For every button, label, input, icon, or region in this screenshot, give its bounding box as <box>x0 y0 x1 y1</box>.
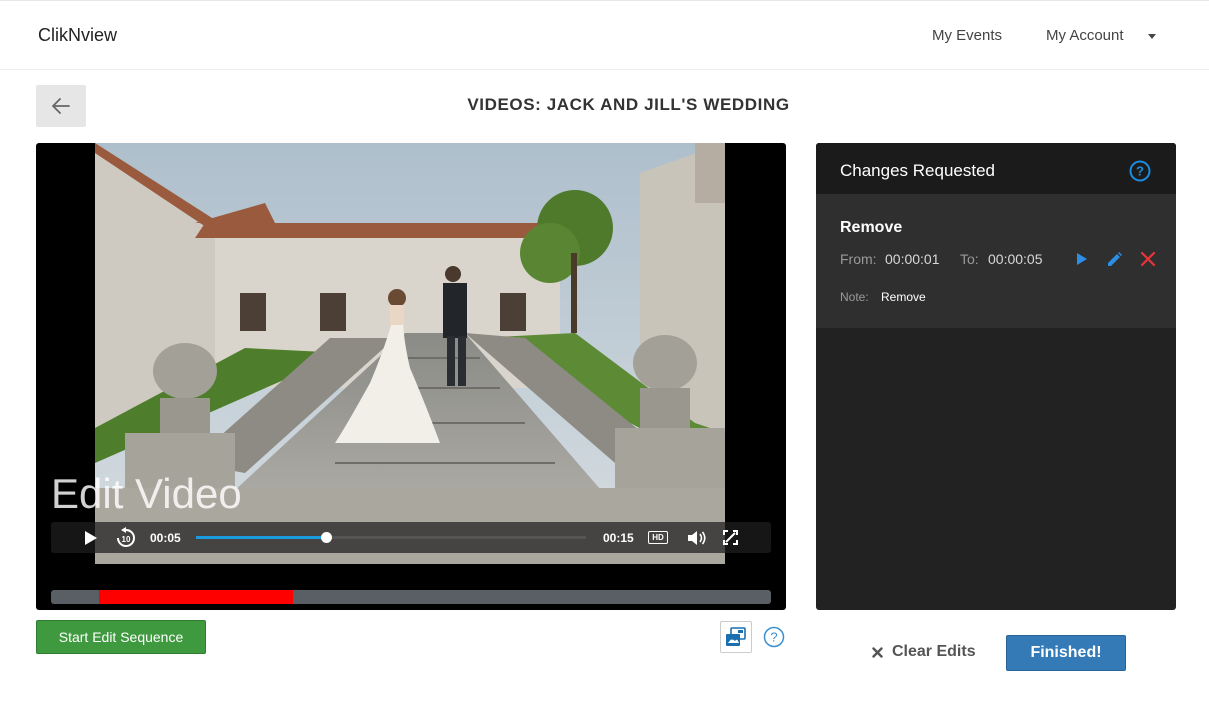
to-time: 00:00:05 <box>988 251 1043 267</box>
duration: 00:15 <box>603 531 634 545</box>
start-edit-sequence-button[interactable]: Start Edit Sequence <box>36 620 206 654</box>
play-icon[interactable] <box>1075 251 1089 267</box>
clear-edits-button[interactable]: Clear Edits <box>872 643 976 661</box>
help-circle-icon[interactable]: ? <box>763 626 785 648</box>
help-circle-icon[interactable]: ? <box>1129 160 1151 182</box>
back-button[interactable] <box>36 85 86 127</box>
page-title: VIDEOS: JACK AND JILL'S WEDDING <box>467 95 790 114</box>
svg-text:?: ? <box>1136 164 1144 179</box>
seek-bar[interactable] <box>196 532 586 543</box>
close-icon <box>872 646 883 658</box>
chevron-down-icon[interactable] <box>1148 34 1156 39</box>
volume-icon[interactable] <box>687 530 707 546</box>
changes-header: Changes Requested ? <box>816 143 1176 194</box>
brand-logo[interactable]: ClikNview <box>38 25 117 46</box>
rewind-10-icon[interactable]: 10 <box>115 527 137 549</box>
from-label: From: <box>840 251 877 267</box>
video-control-bar: 10 00:05 00:15 HD <box>51 522 771 553</box>
current-time: 00:05 <box>150 531 181 545</box>
pencil-icon[interactable] <box>1106 251 1123 268</box>
to-label: To: <box>960 251 979 267</box>
nav-my-events[interactable]: My Events <box>932 27 1002 44</box>
hd-quality-button[interactable]: HD <box>648 531 668 544</box>
arrow-left-icon <box>52 98 70 114</box>
video-player[interactable]: Edit Video 10 00:05 00:15 HD <box>36 143 786 610</box>
fullscreen-icon[interactable] <box>723 530 738 545</box>
svg-text:10: 10 <box>122 535 131 544</box>
nav-my-account[interactable]: My Account <box>1046 27 1124 44</box>
edit-video-overlay-label: Edit Video <box>51 470 242 517</box>
change-type: Remove <box>840 219 903 236</box>
snapshot-icon <box>726 627 746 646</box>
play-icon[interactable] <box>84 530 98 546</box>
seek-handle[interactable] <box>320 532 332 543</box>
edit-region-remove[interactable] <box>99 590 291 604</box>
snapshot-button[interactable] <box>720 621 752 653</box>
changes-title: Changes Requested <box>840 161 996 180</box>
edit-playhead-marker[interactable] <box>290 590 293 604</box>
note-label: Note: <box>840 290 869 304</box>
seek-bar-played <box>196 536 326 539</box>
svg-text:?: ? <box>770 630 777 645</box>
from-time: 00:00:01 <box>885 251 940 267</box>
note-text: Remove <box>881 290 926 304</box>
close-icon[interactable] <box>1140 251 1156 267</box>
navbar: ClikNview My Events My Account <box>0 0 1209 70</box>
finished-button[interactable]: Finished! <box>1006 635 1126 671</box>
changes-requested-panel: Changes Requested ? Remove From: 00:00:0… <box>816 143 1176 610</box>
change-item: Remove From: 00:00:01 To: 00:00:05 Note:… <box>816 194 1176 328</box>
edit-timeline[interactable] <box>51 590 771 604</box>
clear-edits-label: Clear Edits <box>892 643 976 660</box>
